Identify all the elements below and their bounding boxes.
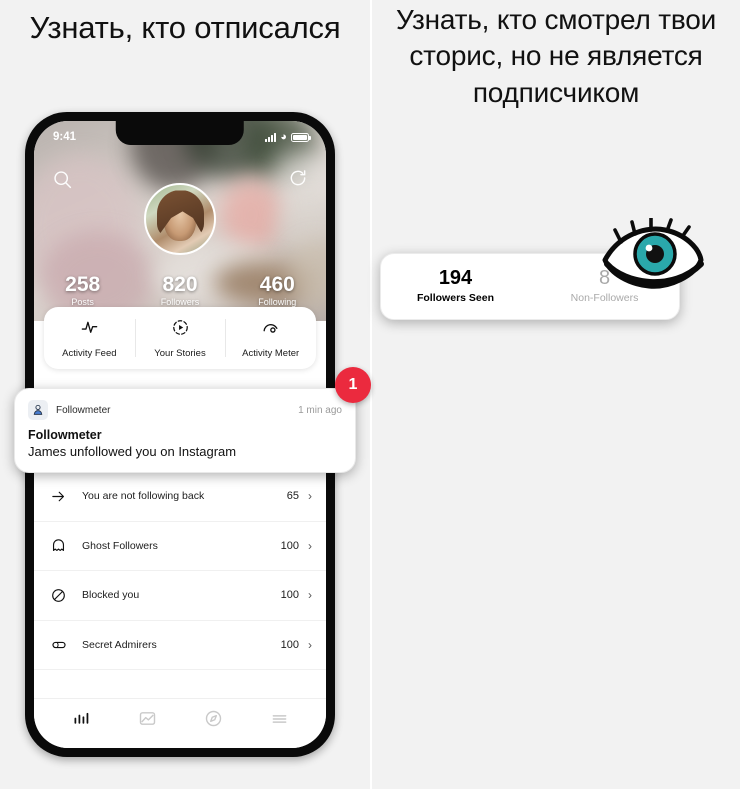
graph-image-icon[interactable] [137, 708, 158, 734]
notification-title: Followmeter [28, 428, 102, 442]
row-count: 100 [280, 539, 299, 552]
row-label: You are not following back [82, 490, 205, 503]
right-promo-panel: Узнать, кто смотрел твои сторис, но не я… [370, 0, 740, 789]
left-promo-panel: Узнать, кто отписался 9:41 ◕ 258 Posts 8… [0, 0, 371, 789]
stat-following: 460 Following [229, 272, 326, 307]
battery-icon [291, 132, 311, 142]
notification-body: James unfollowed you on Instagram [28, 444, 237, 459]
status-badge: 1 [335, 367, 371, 403]
signal-bars-icon [264, 132, 277, 142]
play-circle-icon [171, 318, 190, 342]
chevron-right-icon: › [308, 538, 312, 553]
refresh-icon[interactable] [288, 168, 308, 193]
pulse-icon [80, 318, 99, 342]
notification-app-name: Followmeter [56, 404, 111, 416]
push-notification-card[interactable]: 1 Followmeter 1 min ago Followmeter Jame… [14, 367, 371, 473]
row-label: Secret Admirers [82, 638, 157, 651]
row-label: Ghost Followers [82, 539, 158, 552]
ghost-icon [50, 537, 80, 554]
tab-label: Your Stories [154, 347, 206, 359]
row-label: Blocked you [82, 589, 140, 602]
screenshot-stage: Узнать, кто отписался 9:41 ◕ 258 Posts 8… [0, 0, 740, 789]
avatar[interactable] [144, 183, 216, 255]
row-count: 100 [280, 638, 299, 651]
story-stats-card: 194 Followers Seen 8 Non-Followers [380, 216, 704, 320]
stat-value: 194 [438, 267, 473, 289]
tab-activity-meter[interactable]: Activity Meter [225, 307, 316, 369]
stat-followers: 820 Followers [131, 272, 228, 307]
stat-label: Following [258, 297, 297, 307]
chevron-right-icon: › [308, 489, 312, 504]
stat-value: 820 [162, 272, 198, 296]
row-count: 100 [280, 589, 299, 602]
stat-label: Followers [160, 297, 200, 307]
right-headline: Узнать, кто смотрел твои сторис, но не я… [395, 4, 717, 108]
notification-time: 1 min ago [298, 404, 342, 416]
arrow-right-icon [50, 488, 80, 505]
stat-label: Posts [71, 297, 94, 307]
left-headline: Узнать, кто отписался [29, 10, 341, 45]
compass-icon[interactable] [203, 708, 224, 734]
bottom-navigation [34, 698, 326, 748]
table-row[interactable]: Blocked you 100 › [34, 571, 326, 621]
chevron-right-icon: › [308, 637, 312, 652]
wifi-icon: ◕ [280, 130, 287, 143]
stat-posts: 258 Posts [34, 272, 131, 307]
profile-stats: 258 Posts 820 Followers 460 Following [34, 272, 326, 307]
tab-label: Activity Feed [62, 347, 117, 359]
menu-icon[interactable] [269, 708, 290, 734]
followmeter-app-icon [28, 400, 48, 420]
table-row[interactable]: Ghost Followers 100 › [34, 522, 326, 571]
notification-header: Followmeter 1 min ago [28, 400, 342, 420]
feature-tab-card: Activity Feed Your Stories Activity Mete… [44, 307, 316, 369]
followers-seen-stat: 194 Followers Seen [381, 267, 530, 304]
bar-chart-icon[interactable] [71, 708, 92, 734]
search-icon[interactable] [52, 169, 73, 195]
table-row[interactable]: Secret Admirers 100 › [34, 621, 326, 670]
eye-sticker-icon [599, 216, 707, 305]
left-status-bar: 9:41 ◕ [34, 121, 326, 149]
status-time: 9:41 [53, 131, 77, 143]
stat-value: 460 [259, 272, 295, 296]
tab-label: Activity Meter [242, 347, 300, 359]
stat-label: Followers Seen [416, 292, 495, 304]
tab-your-stories[interactable]: Your Stories [134, 307, 226, 369]
block-icon [50, 587, 80, 604]
profile-hero: 258 Posts 820 Followers 460 Following [34, 121, 326, 321]
chevron-right-icon: › [308, 588, 312, 603]
table-row[interactable]: You are not following back 65 › [34, 472, 326, 522]
stat-value: 258 [65, 272, 101, 296]
meter-icon [261, 318, 280, 342]
status-indicators: ◕ [264, 130, 311, 143]
row-count: 65 [286, 490, 299, 503]
secret-admirers-icon [50, 636, 80, 654]
tab-activity-feed[interactable]: Activity Feed [44, 307, 135, 369]
